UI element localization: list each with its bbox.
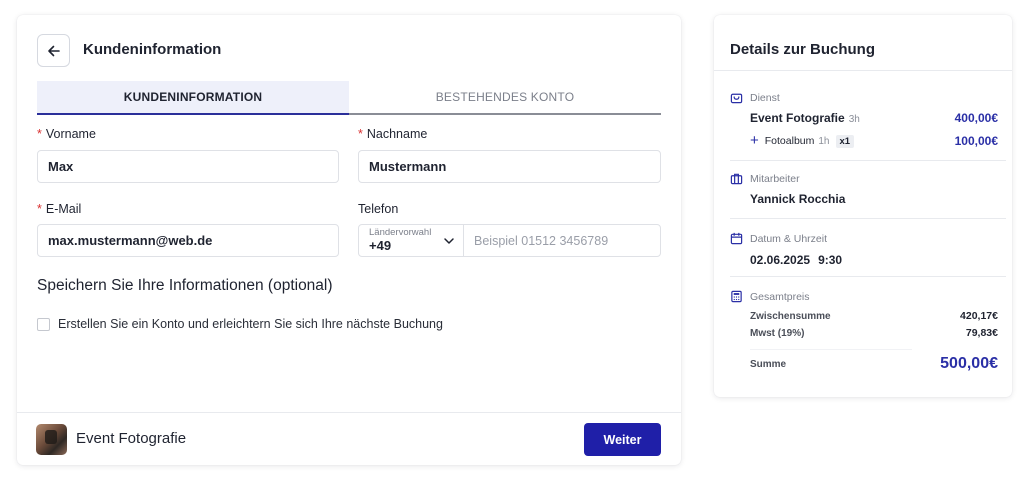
addon-price: 100,00€ xyxy=(954,134,998,148)
datetime-row: 02.06.2025 9:30 xyxy=(750,253,998,267)
divider xyxy=(730,160,1006,161)
service-name: Event Fotografie xyxy=(750,111,845,125)
divider xyxy=(714,70,1012,71)
addon-row: + Fotoalbum 1h x1 100,00€ xyxy=(750,132,998,149)
datetime-heading-text: Datum & Uhrzeit xyxy=(750,232,828,245)
first-name-label-text: Vorname xyxy=(45,127,96,141)
divider xyxy=(730,276,1006,277)
arrow-left-icon xyxy=(47,45,60,56)
addon-info: + Fotoalbum 1h x1 xyxy=(750,132,855,149)
employee-row: Yannick Rocchia xyxy=(750,192,998,206)
briefcase-icon xyxy=(730,173,743,185)
service-name-wrap: Event Fotografie 3h xyxy=(750,111,860,125)
last-name-label: * Nachname xyxy=(358,127,427,141)
footer-service-name: Event Fotografie xyxy=(76,430,187,447)
last-name-label-text: Nachname xyxy=(366,127,428,141)
last-name-input[interactable]: Mustermann xyxy=(358,150,661,183)
vat-value: 79,83€ xyxy=(965,327,998,339)
tab-existing-account[interactable]: BESTEHENDES KONTO xyxy=(349,81,661,113)
subtotal-value: 420,17€ xyxy=(960,310,998,322)
customer-info-card: Kundeninformation KUNDENINFORMATION BEST… xyxy=(17,15,681,465)
addon-qty-badge: x1 xyxy=(835,134,855,148)
sum-label: Summe xyxy=(750,358,787,370)
vat-label: Mwst (19%) xyxy=(750,327,805,339)
divider xyxy=(750,349,912,350)
last-name-value: Mustermann xyxy=(369,159,447,174)
booking-time: 9:30 xyxy=(818,253,843,267)
calendar-icon xyxy=(730,232,743,245)
service-row: Event Fotografie 3h 400,00€ xyxy=(750,111,998,125)
email-label-text: E-Mail xyxy=(45,202,82,216)
divider xyxy=(730,218,1006,219)
back-button[interactable] xyxy=(37,34,70,67)
subtotal-label: Zwischensumme xyxy=(750,310,831,322)
datetime-section-heading: Datum & Uhrzeit xyxy=(730,232,827,245)
country-code-select[interactable]: Ländervorwahl +49 xyxy=(359,225,464,256)
vat-row: Mwst (19%) 79,83€ xyxy=(750,327,998,339)
first-name-input[interactable]: Max xyxy=(37,150,339,183)
next-button[interactable]: Weiter xyxy=(584,423,661,456)
addon-duration: 1h xyxy=(818,135,830,147)
total-heading-text: Gesamtpreis xyxy=(750,290,810,303)
phone-input[interactable]: Beispiel 01512 3456789 xyxy=(464,225,660,256)
first-name-label: * Vorname xyxy=(37,127,96,141)
phone-field: Ländervorwahl +49 Beispiel 01512 3456789 xyxy=(358,224,661,257)
service-heading-text: Dienst xyxy=(750,91,780,104)
booking-date: 02.06.2025 xyxy=(750,253,811,267)
page-title: Kundeninformation xyxy=(83,41,222,58)
booking-details-card: Details zur Buchung Dienst Event Fotogra… xyxy=(714,15,1012,397)
country-code-value: +49 xyxy=(369,238,392,253)
first-name-value: Max xyxy=(48,159,74,174)
required-marker: * xyxy=(37,127,42,141)
footer-bar: Event Fotografie Weiter xyxy=(17,412,681,465)
required-marker: * xyxy=(358,127,363,141)
phone-label: Telefon xyxy=(358,202,399,216)
chevron-down-icon xyxy=(444,238,454,244)
employee-name: Yannick Rocchia xyxy=(750,192,846,206)
service-duration: 3h xyxy=(848,114,860,125)
create-account-option[interactable]: Erstellen Sie ein Konto und erleichtern … xyxy=(37,317,443,331)
total-section-heading: Gesamtpreis xyxy=(730,290,810,303)
service-thumbnail xyxy=(36,424,67,455)
employee-section-heading: Mitarbeiter xyxy=(730,172,800,185)
email-value: max.mustermann@web.de xyxy=(48,233,213,248)
sum-row: Summe 500,00€ xyxy=(750,355,998,373)
tab-bar: KUNDENINFORMATION BESTEHENDES KONTO xyxy=(37,81,661,115)
tab-customer-info[interactable]: KUNDENINFORMATION xyxy=(37,81,349,115)
shopping-bag-icon xyxy=(730,93,743,104)
calculator-icon xyxy=(731,290,742,303)
addon-name: Fotoalbum xyxy=(764,135,815,147)
booking-details-title: Details zur Buchung xyxy=(730,41,876,58)
country-code-label: Ländervorwahl xyxy=(369,227,432,238)
create-account-checkbox[interactable] xyxy=(37,317,50,331)
service-section-heading: Dienst xyxy=(730,91,780,104)
service-price: 400,00€ xyxy=(954,111,998,125)
email-label: * E-Mail xyxy=(37,202,81,216)
sum-value: 500,00€ xyxy=(940,355,998,372)
save-info-heading: Speichern Sie Ihre Informationen (option… xyxy=(37,277,333,294)
plus-icon: + xyxy=(750,132,759,149)
subtotal-row: Zwischensumme 420,17€ xyxy=(750,310,998,322)
required-marker: * xyxy=(37,202,42,216)
create-account-label: Erstellen Sie ein Konto und erleichtern … xyxy=(58,317,443,331)
employee-heading-text: Mitarbeiter xyxy=(750,172,800,185)
email-input[interactable]: max.mustermann@web.de xyxy=(37,224,339,257)
